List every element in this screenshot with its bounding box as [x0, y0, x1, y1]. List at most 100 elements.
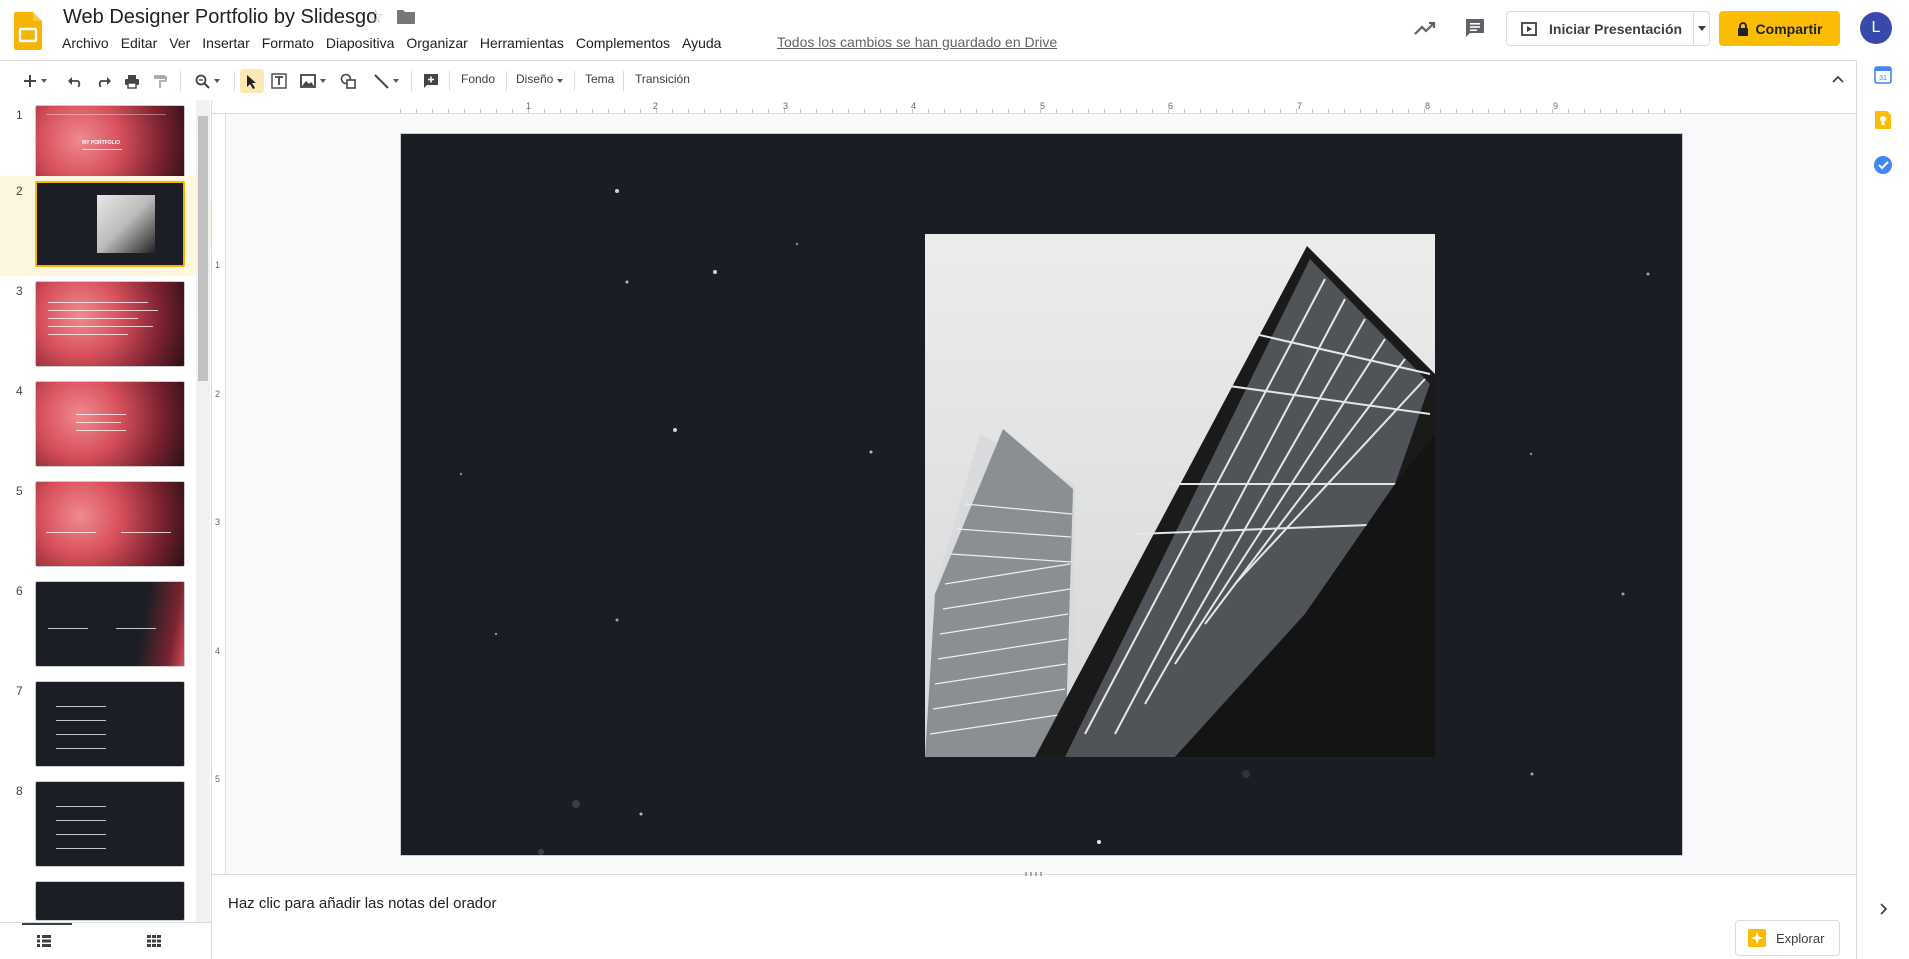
- slides-logo-icon[interactable]: [14, 12, 42, 50]
- present-button[interactable]: Iniciar Presentación: [1507, 12, 1693, 45]
- editor-canvas[interactable]: 1 2 3 4 5 6 7 8 9 1 2 3 4 5: [212, 100, 1856, 874]
- text-box-button[interactable]: [268, 69, 290, 93]
- slide-item-4[interactable]: 4: [0, 376, 196, 476]
- slide-thumbnail[interactable]: [35, 281, 185, 367]
- slide-item-8[interactable]: 8: [0, 776, 196, 876]
- select-tool-button[interactable]: [240, 69, 264, 93]
- thumb-text-line: [56, 848, 106, 849]
- slide-number: 8: [16, 784, 23, 798]
- filmstrip-view-switcher: [0, 922, 211, 959]
- print-button[interactable]: [121, 69, 143, 93]
- plus-icon: [24, 75, 36, 87]
- slide-number: 7: [16, 684, 23, 698]
- menu-ayuda[interactable]: Ayuda: [676, 34, 727, 52]
- chevron-down-icon: [213, 79, 220, 83]
- thumb-text-line: [76, 430, 126, 431]
- thumb-text-line: [56, 834, 106, 835]
- grid-view-icon[interactable]: [147, 935, 161, 947]
- paint-format-button[interactable]: [149, 69, 171, 93]
- calendar-icon[interactable]: 31: [1874, 66, 1892, 84]
- zoom-button[interactable]: [188, 69, 226, 93]
- insert-image-button[interactable]: [296, 69, 330, 93]
- notes-resize-handle[interactable]: [1025, 872, 1043, 876]
- document-title[interactable]: Web Designer Portfolio by Slidesgo: [63, 6, 377, 29]
- toolbar: Fondo Diseño Tema Transición: [0, 60, 1856, 100]
- comments-icon[interactable]: [1463, 16, 1487, 40]
- thumb-text-line: [48, 318, 138, 319]
- menu-insertar[interactable]: Insertar: [196, 34, 255, 52]
- share-label: Compartir: [1755, 20, 1823, 37]
- active-view-indicator: [22, 923, 72, 925]
- undo-icon: [68, 77, 81, 87]
- share-button[interactable]: Compartir: [1719, 11, 1840, 46]
- shape-button[interactable]: [336, 69, 360, 93]
- speaker-notes-input[interactable]: Haz clic para añadir las notas del orado…: [228, 895, 496, 912]
- slide-thumbnail[interactable]: [35, 881, 185, 921]
- thumb-text-line: [82, 149, 122, 150]
- slide-thumbnail[interactable]: [35, 681, 185, 767]
- slide-thumbnail[interactable]: [35, 481, 185, 567]
- menu-diapositiva[interactable]: Diapositiva: [320, 34, 400, 52]
- filmstrip-view-icon[interactable]: [37, 935, 51, 947]
- slide-item-3[interactable]: 3: [0, 276, 196, 376]
- menu-organizar[interactable]: Organizar: [400, 34, 473, 52]
- slide-canvas[interactable]: [400, 133, 1683, 856]
- slide-thumbnail[interactable]: [35, 581, 185, 667]
- explore-button[interactable]: Explorar: [1735, 920, 1840, 956]
- menu-ver[interactable]: Ver: [163, 34, 196, 52]
- toolbar-separator: [234, 71, 235, 91]
- menu-editar[interactable]: Editar: [115, 34, 164, 52]
- vertical-ruler[interactable]: 1 2 3 4 5: [212, 114, 226, 874]
- ruler-mark: 1: [215, 260, 221, 270]
- thumb-text-line: [48, 326, 153, 327]
- menu-bar: Archivo Editar Ver Insertar Formato Diap…: [56, 34, 727, 52]
- filmstrip-scrollbar-thumb[interactable]: [198, 116, 208, 381]
- slide-number: 3: [16, 284, 23, 298]
- chevron-down-icon: [557, 79, 564, 83]
- menu-archivo[interactable]: Archivo: [56, 34, 115, 52]
- horizontal-ruler[interactable]: 1 2 3 4 5 6 7 8 9: [212, 100, 1856, 114]
- theme-button[interactable]: Tema: [585, 72, 614, 86]
- slide-item-7[interactable]: 7: [0, 676, 196, 776]
- star-icon[interactable]: ☆: [367, 6, 384, 29]
- thumb-text-line: [56, 734, 106, 735]
- toolbar-separator: [411, 71, 412, 91]
- thumb-text-line: [48, 310, 158, 311]
- slide-number: 1: [16, 108, 23, 122]
- keep-icon[interactable]: [1874, 110, 1892, 130]
- save-status-link[interactable]: Todos los cambios se han guardado en Dri…: [777, 34, 1057, 50]
- layout-button[interactable]: Diseño: [516, 72, 564, 86]
- collapse-menus-icon[interactable]: [1832, 75, 1844, 83]
- transition-button[interactable]: Transición: [635, 72, 690, 86]
- folder-icon[interactable]: [397, 10, 415, 24]
- slide-thumbnail[interactable]: [35, 181, 185, 267]
- svg-text:31: 31: [1879, 75, 1887, 82]
- present-icon: [1521, 21, 1537, 36]
- undo-button[interactable]: [64, 69, 86, 93]
- insert-comment-button[interactable]: [420, 69, 442, 93]
- slide-thumbnail[interactable]: [35, 781, 185, 867]
- shape-icon: [340, 73, 356, 89]
- tasks-icon[interactable]: [1873, 155, 1893, 175]
- menu-herramientas[interactable]: Herramientas: [474, 34, 570, 52]
- ruler-mark: 2: [215, 389, 221, 399]
- slide-item-5[interactable]: 5: [0, 476, 196, 576]
- background-button[interactable]: Fondo: [461, 72, 495, 86]
- activity-trend-icon[interactable]: [1413, 16, 1437, 40]
- present-dropdown-button[interactable]: [1693, 12, 1710, 45]
- thumb-text-line: [76, 422, 121, 423]
- slide-item-2[interactable]: 2: [0, 176, 196, 276]
- redo-button[interactable]: [93, 69, 115, 93]
- slide-thumbnail[interactable]: [35, 381, 185, 467]
- building-photo[interactable]: [925, 234, 1435, 757]
- thumb-text-line: [56, 820, 106, 821]
- slide-item-9[interactable]: [0, 876, 196, 921]
- toolbar-separator: [506, 71, 507, 91]
- menu-complementos[interactable]: Complementos: [570, 34, 676, 52]
- new-slide-button[interactable]: [14, 69, 56, 93]
- line-button[interactable]: [368, 69, 404, 93]
- slide-item-6[interactable]: 6: [0, 576, 196, 676]
- chevron-right-icon[interactable]: [1879, 903, 1887, 915]
- menu-formato[interactable]: Formato: [256, 34, 320, 52]
- account-avatar[interactable]: L: [1860, 12, 1892, 44]
